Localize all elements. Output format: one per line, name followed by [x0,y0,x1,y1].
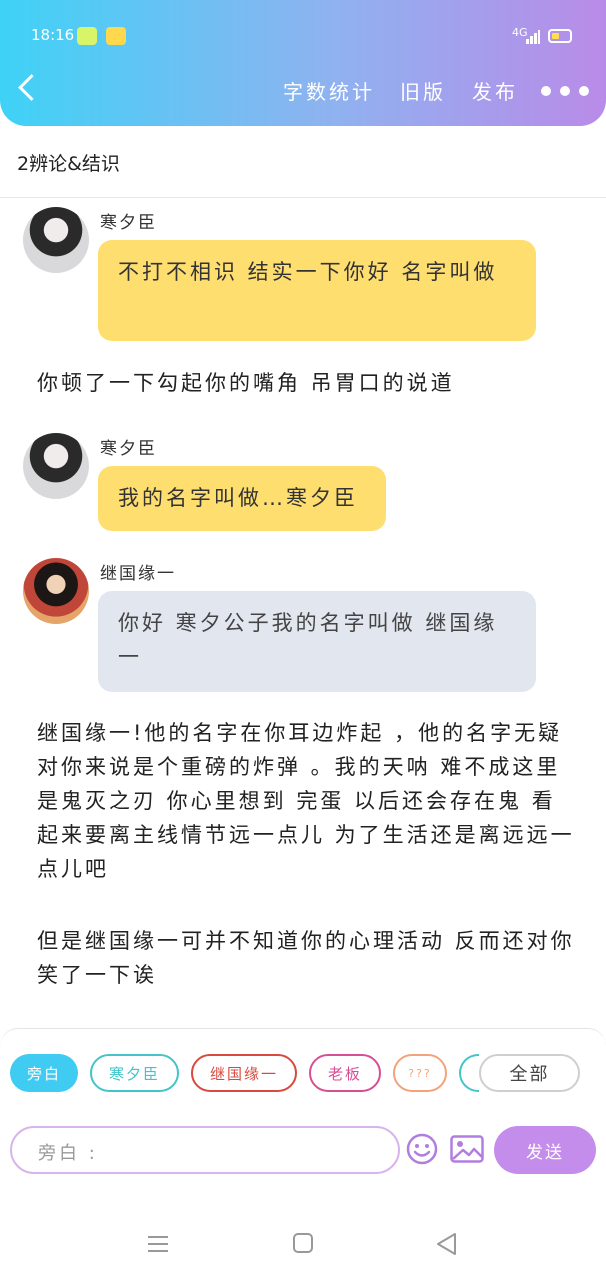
divider [0,197,606,198]
show-all-roles-button[interactable]: 全部 [479,1054,580,1092]
avatar-jiguoyuanyi[interactable] [23,558,89,624]
menu-icon[interactable] [147,1234,169,1254]
chat-bubble[interactable]: 不打不相识 结实一下你好 名字叫做 [98,240,536,341]
publish-button[interactable]: 发布 [472,76,518,105]
system-nav-bar [0,1180,606,1280]
word-count-button[interactable]: 字数统计 [283,76,375,105]
chat-bubble[interactable]: 你好 寒夕公子我的名字叫做 继国缘一 [98,591,536,692]
app-header: 18:16 4G 字数统计 旧版 发布 [0,0,606,126]
speaker-name: 继国缘一 [100,564,176,584]
role-chip-unknown[interactable]: ??? [393,1054,447,1092]
app-notification-icon [106,27,126,45]
role-chip-hanxichen[interactable]: 寒夕臣 [90,1054,179,1092]
home-icon[interactable] [292,1232,314,1254]
speaker-name: 寒夕臣 [100,439,157,459]
more-dots-icon[interactable] [541,86,589,96]
send-button[interactable]: 发送 [494,1126,596,1174]
image-icon[interactable] [450,1135,484,1163]
notification-icon [77,27,97,45]
role-chip-narrator[interactable]: 旁白 [10,1054,78,1092]
input-placeholder: 旁白 : [38,1143,98,1164]
old-version-button[interactable]: 旧版 [400,76,446,105]
avatar-hanxichen[interactable] [23,433,89,499]
status-time: 18:16 [31,26,75,44]
narration-text[interactable]: 继国缘一!他的名字在你耳边炸起 ，他的名字无疑对你来说是个重磅的炸弹 。我的天呐… [37,716,577,886]
narration-text[interactable]: 但是继国缘一可并不知道你的心理活动 反而还对你笑了一下诶 [37,924,577,992]
chapter-title: 2辨论&结识 [17,153,120,175]
back-icon[interactable] [435,1232,457,1256]
chat-bubble[interactable]: 我的名字叫做…寒夕臣 [98,466,386,531]
battery-icon [548,29,572,43]
message-input[interactable]: 旁白 : [10,1126,400,1174]
role-chip-jiguoyuanyi[interactable]: 继国缘一 [191,1054,297,1092]
avatar-hanxichen[interactable] [23,207,89,273]
role-chip-boss[interactable]: 老板 [309,1054,381,1092]
signal-icon [526,30,540,44]
narration-text[interactable]: 你顿了一下勾起你的嘴角 吊胃口的说道 [37,366,577,400]
speaker-name: 寒夕臣 [100,213,157,233]
emoji-icon[interactable] [406,1133,438,1165]
chevron-left-icon[interactable] [18,74,45,101]
